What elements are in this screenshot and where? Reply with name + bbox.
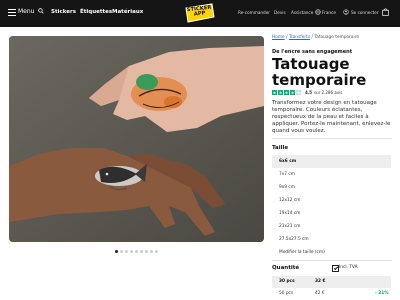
reorder-link[interactable]: Re-commander (238, 10, 270, 15)
size-option-label: 27.5x27.5 cm (279, 237, 309, 242)
search-icon[interactable] (38, 8, 44, 14)
globe-icon[interactable] (315, 9, 321, 15)
size-option[interactable]: 6x6 cm (272, 155, 391, 168)
divider (272, 138, 392, 139)
vat-label: Incl. TVA (339, 265, 358, 270)
quantity-amount: 50 pcs (279, 291, 294, 296)
page-title: Tatouage temporaire (272, 56, 397, 88)
carousel-dot[interactable] (135, 250, 138, 253)
star-icon: ★ (272, 90, 277, 95)
breadcrumb: Home / Transferts / Tatouage temporaire (272, 35, 359, 40)
size-option-label: 19x14 cm (279, 211, 301, 216)
carousel-dot[interactable] (130, 250, 133, 253)
star-icon: ★ (278, 90, 283, 95)
quote-link[interactable]: Devis (274, 10, 286, 15)
size-option[interactable]: 27.5x27.5 cm (272, 233, 391, 246)
size-section-label: Taille (272, 145, 289, 151)
user-icon[interactable] (343, 9, 349, 15)
carousel-dot[interactable] (145, 250, 148, 253)
shopping-bag-icon[interactable] (382, 8, 389, 16)
breadcrumb-separator: / (286, 35, 288, 40)
carousel-dot[interactable] (140, 250, 143, 253)
breadcrumb-separator: / (311, 35, 313, 40)
size-option-label: 7x7 cm (279, 172, 295, 177)
size-option-label: 6x6 cm (279, 159, 297, 164)
top-navigation-bar: Menu Stickers Étiquettes Matériaux STICK… (0, 0, 400, 27)
size-option[interactable]: 19x14 cm (272, 207, 391, 220)
breadcrumb-current: Tatouage temporaire (314, 35, 360, 40)
carousel-dot[interactable] (115, 250, 118, 253)
breadcrumb-category[interactable]: Transferts (289, 35, 310, 40)
size-option[interactable]: 7x7 cm (272, 168, 391, 181)
size-option[interactable]: 12x12 cm (272, 194, 391, 207)
size-option[interactable]: 21x21 cm (272, 220, 391, 233)
vat-checkbox[interactable] (332, 265, 339, 272)
quantity-amount: 30 pcs (279, 279, 295, 284)
carousel-dot[interactable] (125, 250, 128, 253)
carousel-dot[interactable] (120, 250, 123, 253)
title-line-2: temporaire (272, 71, 367, 89)
size-option-label: 21x21 cm (279, 224, 301, 229)
title-line-1: Tatouage (272, 55, 350, 73)
quantity-price: 42 € (315, 291, 325, 296)
hamburger-icon[interactable] (8, 9, 16, 16)
stickerapp-logo[interactable]: STICKER APP (184, 3, 215, 23)
nav-link-etiquettes[interactable]: Étiquettes (80, 9, 112, 15)
quantity-price: 32 € (315, 279, 326, 284)
carousel-dot[interactable] (150, 250, 153, 253)
support-link[interactable]: Assistance (291, 10, 313, 15)
menu-label[interactable]: Menu (18, 8, 34, 15)
carousel-dot[interactable] (155, 250, 158, 253)
quantity-discount: - 21% (375, 291, 389, 296)
size-option-label: 9x9 cm (279, 185, 295, 190)
star-icon: ★ (284, 90, 289, 95)
quantity-section-label: Quantité (272, 265, 300, 271)
custom-size-option[interactable]: Modifier la taille (cm) (272, 246, 391, 259)
hands-with-tattoos-photo (9, 36, 264, 242)
nav-link-materiaux[interactable]: Matériaux (112, 9, 143, 15)
quantity-option[interactable]: 50 pcs 42 € - 21% (272, 288, 391, 300)
size-option[interactable]: 9x9 cm (272, 181, 391, 194)
size-option-label: Modifier la taille (cm) (279, 250, 325, 255)
size-option-label: 12x12 cm (279, 198, 301, 203)
rating-count: sur 2.286 avis (314, 90, 343, 95)
country-selector[interactable]: France (322, 10, 336, 15)
rating-value: 4.5 (305, 90, 313, 95)
breadcrumb-home[interactable]: Home (272, 35, 285, 40)
login-link[interactable]: Se connecter (351, 10, 379, 15)
divider (272, 260, 392, 261)
nav-link-stickers[interactable]: Stickers (51, 9, 76, 15)
star-icon: ★ (290, 90, 295, 95)
product-description: Transformez votre design en tatouage tem… (272, 100, 391, 134)
quantity-option[interactable]: 30 pcs 32 € (272, 276, 391, 288)
product-image[interactable] (9, 36, 264, 242)
half-star-icon: ★ (296, 90, 301, 95)
